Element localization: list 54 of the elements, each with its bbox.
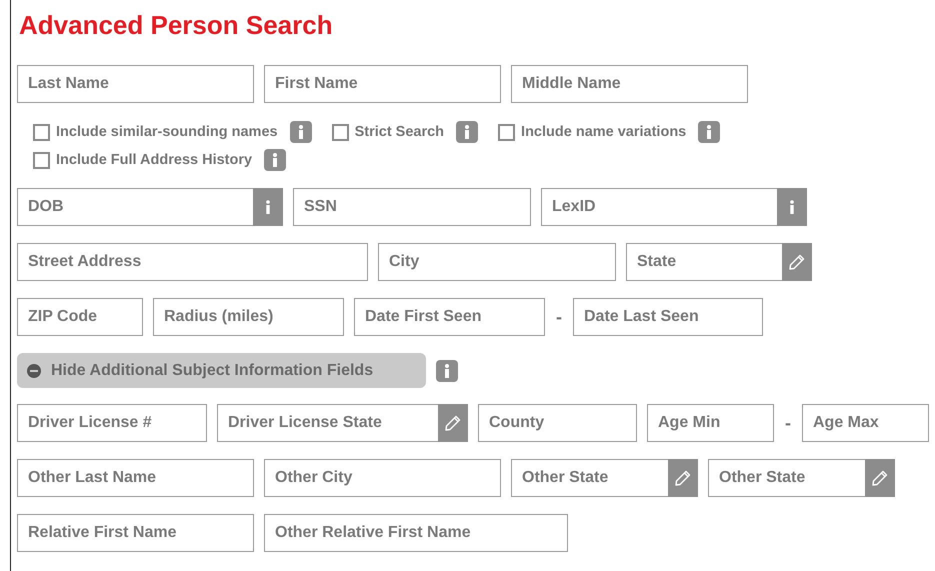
input-field[interactable]: First Name	[264, 65, 501, 103]
input-field[interactable]: City	[378, 243, 616, 281]
info-icon	[265, 200, 271, 214]
checkbox[interactable]	[332, 124, 349, 140]
input-field[interactable]: Relative First Name	[17, 514, 254, 552]
pencil-icon	[872, 470, 888, 486]
info-icon[interactable]	[456, 121, 478, 143]
minus-circle-icon	[27, 364, 41, 378]
input-field[interactable]: Age Min	[647, 404, 774, 442]
edit-button[interactable]	[782, 243, 812, 281]
select-field[interactable]: Other State	[708, 459, 865, 497]
info-icon[interactable]	[436, 360, 458, 382]
checkbox[interactable]	[498, 124, 516, 140]
input-field[interactable]: Date First Seen	[354, 298, 545, 336]
input-field[interactable]: DOB	[17, 188, 253, 226]
checkbox-label: Strict Search	[354, 124, 444, 140]
input-field[interactable]: Middle Name	[511, 65, 748, 103]
edit-button[interactable]	[438, 404, 468, 442]
input-field[interactable]: SSN	[293, 188, 531, 226]
edit-button[interactable]	[865, 459, 895, 497]
page-title: Advanced Person Search	[19, 10, 334, 40]
info-icon[interactable]	[698, 121, 720, 143]
input-field[interactable]: Other Last Name	[17, 459, 254, 497]
input-field[interactable]: Other Relative First Name	[264, 514, 568, 552]
toggle-button[interactable]: Hide Additional Subject Information Fields	[17, 353, 426, 388]
select-field[interactable]: State	[626, 243, 782, 281]
range-dash: -	[784, 412, 792, 434]
checkbox-label: Include name variations	[521, 124, 686, 140]
checkbox-label: Include similar-sounding names	[56, 124, 278, 140]
range-dash: -	[555, 306, 563, 328]
input-field[interactable]: LexID	[541, 188, 777, 226]
select-field[interactable]: Driver License State	[217, 404, 438, 442]
info-button[interactable]	[777, 188, 807, 226]
pencil-icon	[445, 415, 461, 431]
checkbox-label: Include Full Address History	[56, 152, 252, 168]
input-field[interactable]: Last Name	[17, 65, 254, 103]
pencil-icon	[789, 254, 805, 270]
info-icon[interactable]	[290, 121, 312, 143]
pencil-icon	[675, 470, 691, 486]
edit-button[interactable]	[668, 459, 698, 497]
input-field[interactable]: County	[478, 404, 637, 442]
info-icon[interactable]	[264, 149, 286, 171]
input-field[interactable]: Radius (miles)	[153, 298, 344, 336]
info-icon	[789, 200, 795, 214]
checkbox[interactable]	[33, 124, 50, 140]
input-field[interactable]: Age Max	[802, 404, 929, 442]
input-field[interactable]: ZIP Code	[17, 298, 143, 336]
select-field[interactable]: Other State	[511, 459, 668, 497]
info-button[interactable]	[253, 188, 283, 226]
input-field[interactable]: Date Last Seen	[573, 298, 763, 336]
input-field[interactable]: Other City	[264, 459, 501, 497]
checkbox[interactable]	[33, 152, 50, 168]
input-field[interactable]: Street Address	[17, 243, 368, 281]
input-field[interactable]: Driver License #	[17, 404, 207, 442]
